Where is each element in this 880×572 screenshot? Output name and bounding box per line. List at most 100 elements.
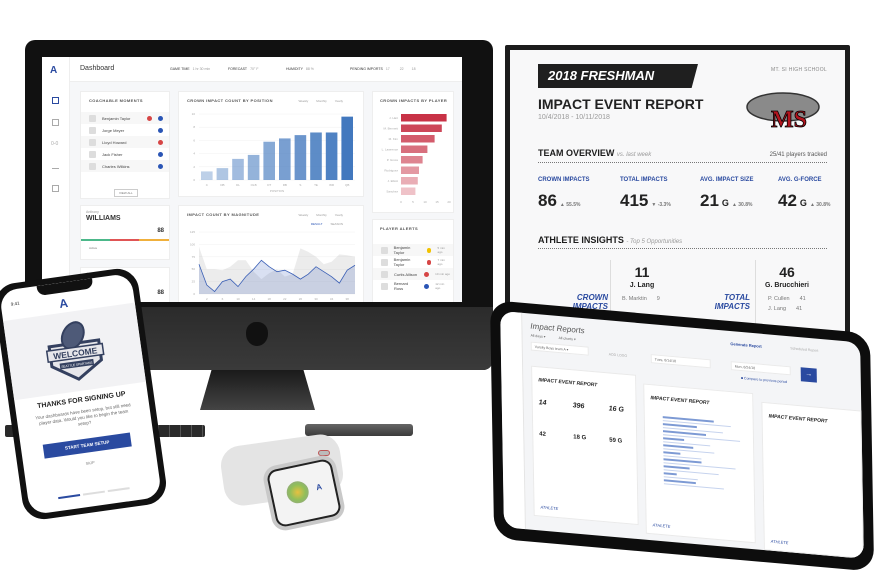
- report-preview[interactable]: IMPACT EVENT REPORT ATHLETE: [761, 401, 864, 559]
- page-indicator: [58, 487, 130, 499]
- impact-magnitude-card: IMPACT COUNT BY MAGNITUDE Weekly Monthly…: [178, 205, 364, 302]
- tab-weekly[interactable]: Weekly: [298, 99, 308, 103]
- tab-yearly[interactable]: Yearly: [335, 213, 343, 217]
- report-stat: 14: [538, 399, 547, 407]
- x-tick-label: 5: [412, 200, 414, 204]
- apple-logo-icon: [246, 322, 268, 346]
- app-logo-icon: A: [58, 295, 69, 312]
- chart-title: CROWN IMPACTS BY PLAYER: [380, 98, 448, 103]
- alert-dot: [158, 163, 163, 169]
- x-tick-label: 22: [283, 297, 287, 301]
- chart-tabs: Weekly Monthly Yearly: [298, 99, 343, 103]
- x-tick-label: 20: [447, 200, 451, 204]
- watch-face: A: [265, 457, 343, 529]
- stat-pending-imports: PENDING IMPORTS 17 22 18: [350, 67, 416, 71]
- list-item[interactable]: Jorge Meyer: [81, 124, 169, 136]
- y-tick-label: P. Gross: [387, 158, 399, 162]
- add-logo-button[interactable]: ADD LOGO: [609, 352, 628, 358]
- player-bar-chart: J. Hart M. Bennett M. Kim L. Lawrence P. Gro…: [382, 114, 451, 204]
- start-team-setup-button[interactable]: START TEAM SETUP: [42, 432, 132, 459]
- tablet-screen: A Impact Reports All days ▾ All charts ▾…: [500, 310, 864, 559]
- app-logo-icon: A: [50, 65, 58, 76]
- coachable-list: Benjamin Taylor Jorge Meyer Lloyd Howard…: [81, 112, 169, 172]
- bar: [401, 177, 418, 185]
- filter-days[interactable]: All days ▾: [531, 334, 546, 339]
- team-nav-icon[interactable]: [52, 163, 59, 169]
- bar: [247, 154, 260, 180]
- bar: [325, 132, 338, 180]
- filter-charts[interactable]: All charts ▾: [559, 336, 576, 342]
- players-tracked: 25/41 players tracked: [769, 152, 827, 158]
- stat-humidity: HUMIDITY 88 %: [286, 67, 314, 71]
- x-tick-label: 15: [435, 200, 439, 204]
- x-tick-label: DL: [236, 183, 240, 187]
- stat-forecast: FORECAST 70° F: [228, 67, 259, 71]
- card-title: COACHABLE MOMENTS: [89, 98, 143, 103]
- player-first-name: Anthony: [86, 210, 99, 214]
- report-date-range: 10/4/2018 - 10/11/2018: [538, 114, 610, 121]
- wildcat-logo: MS: [746, 92, 820, 132]
- stat-game-time: GAME TIME 1 hr 30 min: [170, 67, 211, 71]
- bar: [401, 135, 435, 143]
- x-axis-label: POSITION: [270, 189, 284, 193]
- generate-report-tab[interactable]: Generate Report: [730, 341, 761, 349]
- jersey-icon: [89, 138, 96, 146]
- dashboard-nav-icon[interactable]: [52, 97, 59, 104]
- list-item[interactable]: Jack Fisher: [81, 148, 169, 160]
- list-item[interactable]: Benjamin Taylor: [81, 112, 169, 124]
- tab-weekly[interactable]: Weekly: [298, 213, 308, 217]
- insight-total-value: 46: [779, 264, 795, 280]
- top-header: Dashboard GAME TIME 1 hr 30 min FORECAST 7…: [70, 57, 462, 82]
- brand-logo: ATHLETE: [652, 522, 671, 529]
- view-all-button[interactable]: VIEW ALL: [114, 189, 138, 197]
- compare-checkbox[interactable]: ■ Compare to previous period: [741, 376, 787, 384]
- bar: [401, 166, 419, 174]
- y-tick-label: 6: [193, 138, 195, 142]
- list-item[interactable]: Benjamin Taylor 7 min ago: [373, 256, 453, 268]
- bar: [341, 116, 353, 180]
- x-tick-label: 10: [423, 200, 427, 204]
- alert-dot: [158, 127, 163, 133]
- report-preview[interactable]: IMPACT EVENT REPORT 14 396 16 G 42 18 G …: [531, 365, 639, 526]
- team-select[interactable]: Varsity Boys team A ▾: [530, 341, 589, 356]
- list-item[interactable]: Curtis Allison 10 min ago: [373, 268, 453, 280]
- phone-screen: 9:41 A WELCOME SEATTLE SPARTANS THANKS F…: [0, 272, 163, 516]
- y-tick-label: 4: [193, 152, 195, 156]
- app-logo-icon: A: [315, 482, 323, 493]
- list-item[interactable]: Lloyd Howard: [81, 136, 169, 148]
- x-tick-label: TE: [314, 183, 318, 187]
- report-title: IMPACT EVENT REPORT: [538, 377, 598, 389]
- x-tick-label: DT: [267, 183, 271, 187]
- calendar-nav-icon[interactable]: [52, 185, 59, 192]
- alerts-list: Benjamin Taylor 5 min ago Benjamin Taylor…: [373, 244, 453, 292]
- divider: [538, 162, 827, 164]
- x-tick-label: 14: [252, 297, 256, 301]
- x-tick-label: 2: [206, 297, 208, 301]
- date-to-field[interactable]: Mon, 8/24/18: [730, 361, 791, 376]
- player-card[interactable]: Anthony WILLIAMS 88 Active: [80, 205, 170, 260]
- coachable-moments-card: COACHABLE MOMENTS Benjamin Taylor Jorge …: [80, 91, 170, 199]
- compare-nav-icon[interactable]: 0-0: [51, 141, 58, 147]
- list-item[interactable]: Bernard Ross 12 min ago: [373, 280, 453, 292]
- athlete-insights-heading: ATHLETE INSIGHTS - Top 5 Opportunities: [538, 235, 683, 245]
- reports-nav-icon[interactable]: [52, 119, 59, 126]
- tab-monthly[interactable]: Monthly: [316, 99, 327, 103]
- school-name: MT. SI HIGH SCHOOL: [771, 67, 827, 73]
- legend-season: SEASON: [330, 222, 343, 226]
- y-tick-label: 0: [193, 178, 195, 182]
- y-tick-label: 0: [193, 292, 195, 296]
- list-item[interactable]: Benjamin Taylor 5 min ago: [373, 244, 453, 256]
- x-tick-label: 34: [330, 297, 334, 301]
- submit-button[interactable]: →: [800, 367, 817, 383]
- x-tick-label: 26: [299, 297, 303, 301]
- jersey-icon: [89, 150, 96, 158]
- list-item[interactable]: Charles Wilkins: [81, 160, 169, 172]
- report-preview[interactable]: IMPACT EVENT REPORT ATHLETE: [643, 383, 756, 544]
- tab-monthly[interactable]: Monthly: [316, 213, 327, 217]
- date-from-field[interactable]: Tues, 8/14/18: [650, 354, 711, 369]
- alert-dot: [424, 271, 430, 277]
- brand-logo: ATHLETE: [540, 504, 559, 512]
- tab-yearly[interactable]: Yearly: [335, 99, 343, 103]
- jersey-icon: [381, 258, 388, 266]
- scheduled-report-tab[interactable]: Scheduled Report: [790, 346, 818, 352]
